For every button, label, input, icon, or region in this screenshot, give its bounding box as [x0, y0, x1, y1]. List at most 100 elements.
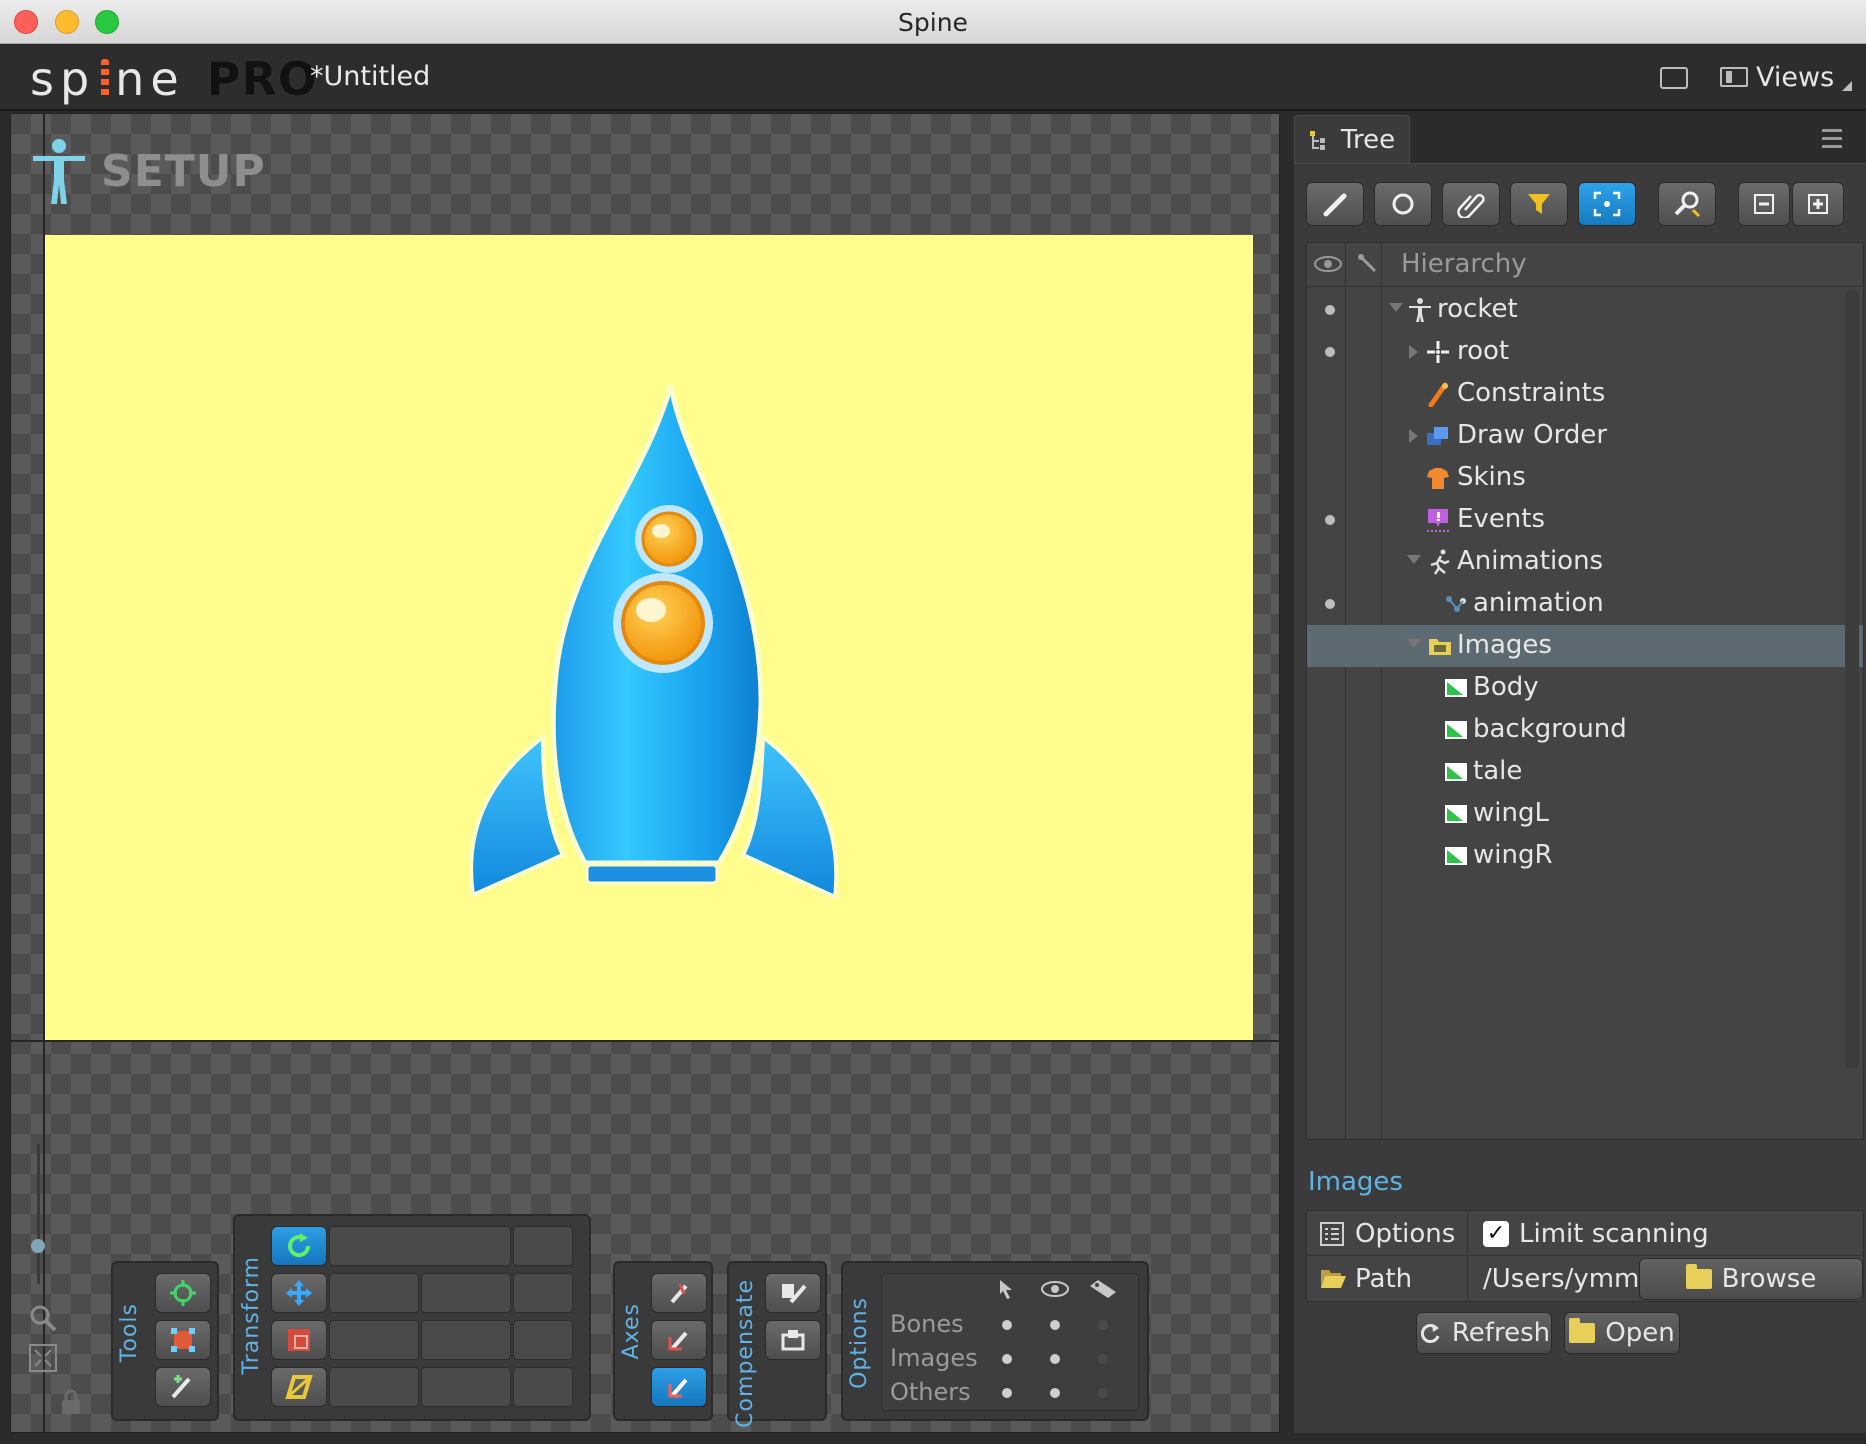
visibility-column-eye-icon[interactable] [1313, 255, 1343, 273]
shear-tool-button[interactable] [271, 1367, 327, 1407]
shear-icon [285, 1375, 313, 1399]
tree-item-constraints[interactable]: Constraints [1307, 373, 1863, 415]
limit-scanning-checkbox[interactable]: ✓ [1483, 1221, 1509, 1247]
tree-item-image-wingl[interactable]: wingL [1307, 793, 1863, 835]
bones-visible-toggle[interactable] [1050, 1320, 1060, 1330]
collapse-all-button[interactable] [1738, 182, 1790, 226]
visibility-dot[interactable] [1325, 347, 1335, 357]
focus-selection-button[interactable] [1578, 182, 1636, 226]
scale-y-field[interactable] [421, 1320, 511, 1360]
viewport[interactable]: SETUP Tools Transform Axes Compensate Op… [10, 113, 1280, 1433]
scale-x-field[interactable] [329, 1320, 419, 1360]
tree-item-label: wingL [1473, 798, 1549, 828]
corner-triangle-icon [1842, 81, 1853, 91]
zoom-slider-track[interactable] [37, 1144, 40, 1284]
images-properties: Options ✓ Limit scanning Path /Users/ymm… [1306, 1210, 1864, 1302]
tree-item-root[interactable]: root [1307, 331, 1863, 373]
parent-axes-icon [668, 1331, 688, 1351]
tree-item-animations[interactable]: Animations [1307, 541, 1863, 583]
scale-bone-toggle[interactable] [513, 1320, 573, 1360]
path-label: Path [1355, 1264, 1413, 1294]
expand-all-button[interactable] [1792, 182, 1844, 226]
translate-x-field[interactable] [329, 1273, 419, 1313]
parent-axes-button[interactable] [651, 1320, 707, 1360]
visibility-dot[interactable] [1325, 599, 1335, 609]
rotate-value-field[interactable] [329, 1226, 511, 1266]
lock-icon[interactable] [59, 1389, 83, 1415]
bones-select-toggle[interactable] [1002, 1320, 1012, 1330]
search-icon [1674, 191, 1701, 218]
open-folder-icon [1321, 1270, 1346, 1288]
tree-item-image-tale[interactable]: tale [1307, 751, 1863, 793]
compensate-bones-button[interactable] [765, 1273, 821, 1313]
tree-item-image-background[interactable]: background [1307, 709, 1863, 751]
filter-attachments-button[interactable] [1442, 182, 1500, 226]
limit-scanning-label: Limit scanning [1519, 1219, 1709, 1249]
rotate-bone-toggle[interactable] [513, 1226, 573, 1266]
compensate-panel: Compensate [727, 1261, 827, 1428]
setup-mode-indicator[interactable]: SETUP [31, 136, 266, 206]
options-label: Options [1355, 1219, 1456, 1249]
artboard-background [43, 235, 1253, 1041]
compensate-images-button[interactable] [765, 1320, 821, 1360]
images-names-toggle[interactable] [1098, 1354, 1108, 1364]
shear-y-field[interactable] [421, 1367, 511, 1407]
others-visible-toggle[interactable] [1050, 1388, 1060, 1398]
search-button[interactable] [1658, 182, 1716, 226]
translate-bone-toggle[interactable] [513, 1273, 573, 1313]
properties-title: Images [1308, 1167, 1403, 1197]
expand-arrow-icon[interactable] [1407, 639, 1421, 648]
tree-item-events[interactable]: Events [1307, 499, 1863, 541]
scale-tool-button[interactable] [271, 1320, 327, 1360]
fit-view-icon[interactable] [27, 1342, 59, 1374]
bones-names-toggle[interactable] [1098, 1320, 1108, 1330]
translate-tool-button[interactable] [271, 1273, 327, 1313]
expand-arrow-icon[interactable] [1407, 555, 1421, 564]
viewport-options-panel: Options Bones Images Others [841, 1261, 1149, 1421]
tree-item-image-body[interactable]: Body [1307, 667, 1863, 709]
visibility-dot[interactable] [1325, 515, 1335, 525]
images-visible-toggle[interactable] [1050, 1354, 1060, 1364]
tree-item-animation[interactable]: animation [1307, 583, 1863, 625]
panel-menu-icon[interactable] [1822, 129, 1842, 153]
expand-arrow-icon[interactable] [1389, 303, 1403, 312]
views-button[interactable]: Views [1720, 59, 1853, 95]
hierarchy-scrollbar[interactable] [1845, 289, 1859, 1069]
collapsed-arrow-icon[interactable] [1409, 429, 1418, 443]
draw-order-icon [1427, 427, 1448, 445]
browse-button[interactable]: Browse [1639, 1258, 1863, 1300]
tab-tree[interactable]: Tree [1294, 115, 1410, 163]
pose-tool-button[interactable] [155, 1273, 211, 1313]
translate-y-field[interactable] [421, 1273, 511, 1313]
visibility-dot[interactable] [1325, 305, 1335, 315]
tree-item-image-wingr[interactable]: wingR [1307, 835, 1863, 877]
images-select-toggle[interactable] [1002, 1354, 1012, 1364]
open-button[interactable]: Open [1564, 1312, 1680, 1354]
filter-bones-button[interactable] [1306, 182, 1364, 226]
options-row: Options ✓ Limit scanning [1307, 1211, 1863, 1256]
others-select-toggle[interactable] [1002, 1388, 1012, 1398]
layout-icon[interactable] [1660, 67, 1688, 89]
rocket-image[interactable] [43, 235, 1253, 1041]
tree-item-draw-order[interactable]: Draw Order [1307, 415, 1863, 457]
zoom-slider-handle[interactable] [31, 1239, 45, 1253]
filter-constraints-button[interactable] [1510, 182, 1568, 226]
tree-item-label: background [1473, 714, 1627, 744]
collapsed-arrow-icon[interactable] [1409, 345, 1418, 359]
shear-x-field[interactable] [329, 1367, 419, 1407]
local-axes-button[interactable] [651, 1273, 707, 1313]
zoom-icon[interactable] [27, 1302, 59, 1334]
tree-item-images[interactable]: Images [1307, 625, 1863, 667]
others-names-toggle[interactable] [1098, 1388, 1108, 1398]
create-bone-tool-button[interactable] [155, 1367, 211, 1407]
keyframe-column-bone-icon[interactable] [1357, 253, 1379, 275]
rotate-tool-button[interactable] [271, 1226, 327, 1266]
refresh-button[interactable]: Refresh [1416, 1312, 1552, 1354]
filter-slots-button[interactable] [1374, 182, 1432, 226]
tree-item-rocket[interactable]: rocket [1307, 289, 1863, 331]
world-axes-button[interactable] [651, 1367, 707, 1407]
weights-tool-button[interactable] [155, 1320, 211, 1360]
tree-item-skins[interactable]: Skins [1307, 457, 1863, 499]
shear-bone-toggle[interactable] [513, 1367, 573, 1407]
tree-item-label: Constraints [1457, 378, 1606, 408]
